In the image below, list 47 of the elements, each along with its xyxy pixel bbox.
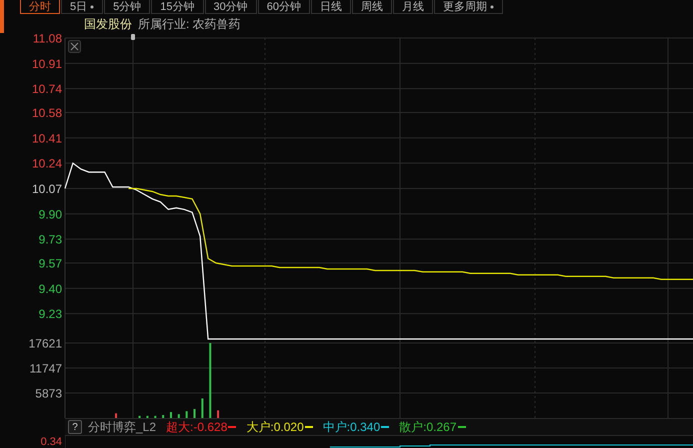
indicator-tick-label: 0.34 xyxy=(40,436,62,448)
indicator-value: 散户:0.267 xyxy=(399,418,457,436)
period-tab[interactable]: 日线 xyxy=(311,0,351,14)
side-accent-bar xyxy=(0,0,4,33)
volume-bar xyxy=(217,410,220,418)
close-icon[interactable] xyxy=(68,40,81,53)
help-button[interactable]: ? xyxy=(68,420,82,434)
volume-bar xyxy=(178,414,180,418)
volume-tick-label: 11747 xyxy=(30,362,62,376)
indicator-value: 中户:0.340 xyxy=(322,418,380,436)
period-tab[interactable]: 周线 xyxy=(352,0,392,14)
price-tick-label: 9.23 xyxy=(38,307,62,322)
period-tab[interactable]: 月线 xyxy=(393,0,433,14)
price-tick-label: 9.57 xyxy=(38,256,62,270)
dropdown-dot-icon xyxy=(490,4,494,8)
period-tab[interactable]: 5分钟 xyxy=(104,0,150,14)
price-tick-label: 10.58 xyxy=(32,106,62,120)
volume-bar xyxy=(170,412,172,418)
period-tab[interactable]: 60分钟 xyxy=(258,0,310,14)
price-tick-label: 10.74 xyxy=(32,82,62,96)
volume-tick-label: 5873 xyxy=(35,386,62,400)
period-tab[interactable]: 分时 xyxy=(20,0,60,14)
marker-icon[interactable] xyxy=(131,34,135,40)
indicator-value: 超大:-0.628 xyxy=(166,418,228,436)
volume-bar xyxy=(162,415,164,418)
volume-bar xyxy=(186,411,188,418)
volume-bar xyxy=(115,413,118,418)
period-tab[interactable]: 30分钟 xyxy=(204,0,257,14)
stock-name: 国发股份 xyxy=(84,16,132,32)
period-tab[interactable]: 5日 xyxy=(61,0,104,14)
volume-bar xyxy=(201,398,204,418)
volume-tick-label: 17621 xyxy=(28,336,62,350)
price-tick-label: 10.07 xyxy=(32,182,62,196)
period-tab[interactable]: 15分钟 xyxy=(151,0,204,14)
price-tick-label: 9.40 xyxy=(38,282,62,296)
price-tick-label: 10.91 xyxy=(32,56,62,71)
price-tick-label: 9.90 xyxy=(38,207,62,222)
indicator-value: 大户:0.020 xyxy=(246,418,304,436)
price-tick-label: 10.24 xyxy=(32,156,62,171)
volume-bar xyxy=(194,409,196,418)
price-tick-label: 10.41 xyxy=(32,131,62,146)
indicator-title: 分时博弈_L2 xyxy=(88,418,156,436)
dropdown-dot-icon xyxy=(90,4,94,8)
industry-label: 所属行业: 农药兽药 xyxy=(138,16,241,32)
price-tick-label: 11.08 xyxy=(32,32,62,46)
period-tab[interactable]: 更多周期 xyxy=(434,0,503,14)
price-tick-label: 9.73 xyxy=(38,232,62,247)
